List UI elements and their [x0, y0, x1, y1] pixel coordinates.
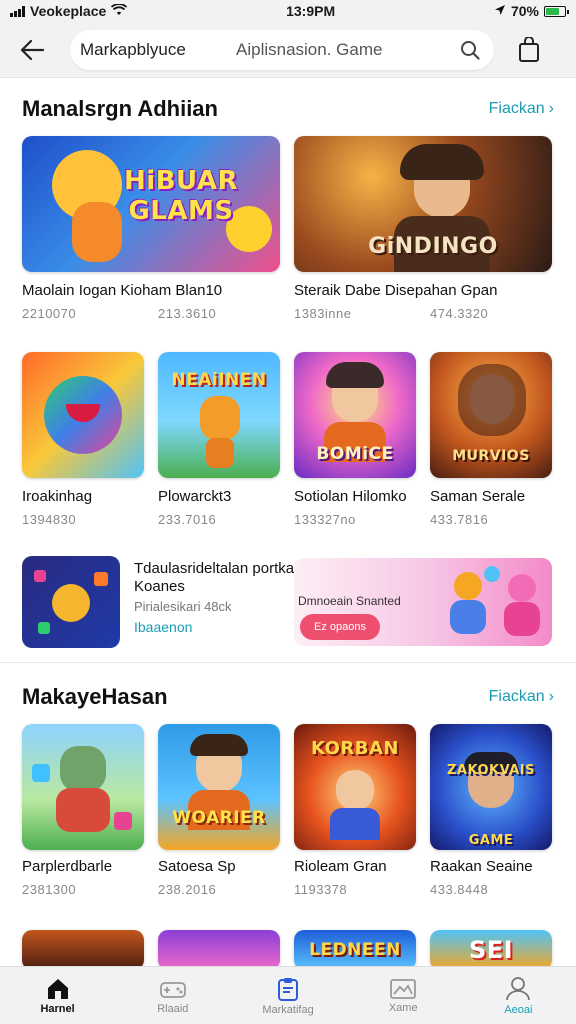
nav-games[interactable]: Rlaaid — [115, 967, 230, 1024]
game-meta: 433.7816 — [430, 512, 489, 527]
game-tile[interactable]: MURVIOS — [430, 352, 552, 478]
bottom-nav: Harnel Rlaaid Markatifag Xame Aeoai — [0, 966, 576, 1024]
game-art-title: MURVIOS — [452, 448, 530, 464]
game-meta: 474.3320 — [430, 306, 489, 321]
game-art-title: SEI — [468, 936, 514, 964]
see-all-link[interactable]: Fiackan › — [489, 688, 554, 706]
game-meta: 233.7016 — [158, 512, 217, 527]
game-meta: 238.2016 — [158, 882, 217, 897]
wifi-icon — [111, 3, 128, 19]
arrow-left-icon — [20, 39, 44, 60]
game-tile[interactable] — [22, 352, 144, 478]
search-input[interactable] — [236, 39, 460, 60]
search-icon[interactable] — [460, 40, 480, 60]
game-name[interactable]: Satoesa Sp — [158, 858, 236, 875]
game-tile[interactable] — [22, 724, 144, 850]
banner-subtitle: Pirialesikari 48ck — [134, 599, 232, 614]
section-header-1: Manalsrgn Adhiian Fiackan › — [22, 96, 554, 122]
nav-home[interactable]: Harnel — [0, 967, 115, 1024]
game-name[interactable]: Saman Serale — [430, 488, 525, 505]
game-name[interactable]: Sotiolan Hilomko — [294, 488, 407, 505]
game-name[interactable]: Parplerdbarle — [22, 858, 112, 875]
game-tile[interactable]: GiNDINGO — [294, 136, 552, 272]
game-tile[interactable]: LEDNEEN — [294, 930, 416, 970]
game-name[interactable]: Maolain Iogan Kioham Blan10 — [22, 282, 222, 299]
game-name[interactable]: Steraik Dabe Disepahan Gpan — [294, 282, 497, 299]
section-header-2: MakayeHasan Fiackan › — [22, 684, 554, 710]
game-name[interactable]: Rioleam Gran — [294, 858, 387, 875]
back-button[interactable] — [12, 30, 52, 70]
cart-button[interactable] — [514, 35, 544, 65]
image-icon — [390, 978, 417, 999]
section-divider — [0, 662, 576, 663]
nav-label: Aeoai — [504, 1003, 533, 1016]
section-title: Manalsrgn Adhiian — [22, 96, 218, 121]
game-meta: 1193378 — [294, 882, 348, 897]
game-art-title: WOARIER — [172, 808, 266, 828]
promo-banner[interactable]: Dmnoeain Snanted Ez opaons — [294, 558, 552, 646]
search-bar[interactable]: Markapblyuce — [70, 29, 494, 70]
game-tile[interactable] — [158, 930, 280, 970]
game-art-title: KORBAN — [310, 738, 400, 759]
banner-link[interactable]: Ibaaenon — [134, 619, 192, 635]
banner-thumbnail[interactable] — [22, 556, 120, 648]
status-bar: Veokeplace 13:9PM 70% — [0, 0, 576, 22]
game-art-title: HiBUAR GLAMS — [124, 166, 238, 226]
bag-icon — [519, 36, 539, 62]
game-meta: 2210070 — [22, 306, 77, 321]
game-tile[interactable]: BOMiCE — [294, 352, 416, 478]
nav-label: Rlaaid — [157, 1002, 189, 1015]
game-art-title: GiNDINGO — [368, 234, 498, 259]
game-meta: 433.8448 — [430, 882, 489, 897]
battery-percent: 70% — [510, 3, 539, 19]
game-art-title: ZAKOKVAIS GAME — [446, 763, 536, 848]
signal-icon — [10, 5, 25, 17]
location-arrow-icon — [494, 3, 506, 19]
game-tile[interactable]: SEI — [430, 930, 552, 970]
battery-icon — [544, 5, 569, 17]
game-name[interactable]: Raakan Seaine — [430, 858, 533, 875]
game-tile[interactable]: HiBUAR GLAMS — [22, 136, 280, 272]
game-art-title: LEDNEEN — [309, 940, 401, 960]
nav-profile[interactable]: Aeoai — [461, 967, 576, 1024]
game-tile[interactable]: KORBAN — [294, 724, 416, 850]
see-all-link[interactable]: Fiackan › — [489, 100, 554, 118]
game-tile[interactable]: WOARIER — [158, 724, 280, 850]
promo-button[interactable]: Ez opaons — [300, 614, 380, 640]
home-icon — [47, 978, 68, 999]
app-header: Markapblyuce — [0, 22, 576, 78]
game-name[interactable]: Plowarckt3 — [158, 488, 231, 505]
nav-label: Harnel — [40, 1002, 75, 1015]
game-tile[interactable]: ZAKOKVAIS GAME — [430, 724, 552, 850]
carrier-name: Veokeplace — [30, 3, 107, 19]
game-meta: 1383inne — [294, 306, 352, 321]
promo-label: Dmnoeain Snanted — [298, 594, 401, 608]
profile-icon — [506, 976, 531, 1000]
marketplace-icon — [278, 977, 298, 1001]
game-name[interactable]: Iroakinhag — [22, 488, 92, 505]
game-meta: 2381300 — [22, 882, 77, 897]
games-icon — [159, 981, 186, 998]
nav-gallery[interactable]: Xame — [346, 967, 461, 1024]
game-tile[interactable]: NEAiINEN — [158, 352, 280, 478]
nav-label: Xame — [388, 1001, 418, 1014]
chevron-right-icon: › — [548, 100, 554, 117]
game-art-title: BOMiCE — [316, 444, 394, 464]
search-scope-label[interactable]: Markapblyuce — [80, 40, 220, 60]
game-meta: 213.3610 — [158, 306, 217, 321]
section-title: MakayeHasan — [22, 684, 168, 709]
chevron-right-icon: › — [548, 688, 554, 705]
nav-label: Markatifag — [262, 1003, 314, 1016]
game-meta: 133327no — [294, 512, 356, 527]
game-art-title: NEAiINEN — [171, 370, 267, 390]
game-meta: 1394830 — [22, 512, 77, 527]
nav-marketplace[interactable]: Markatifag — [230, 967, 345, 1024]
game-tile[interactable] — [22, 930, 144, 970]
clock: 13:9PM — [286, 3, 336, 19]
